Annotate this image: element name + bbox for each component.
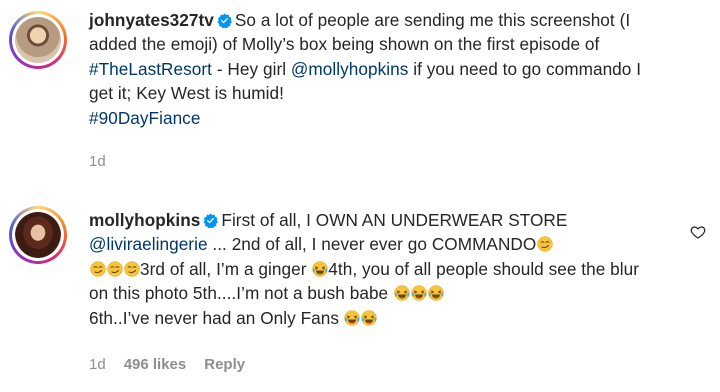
- comment-text: ... 2nd of all, I never ever go COMMANDO: [207, 234, 537, 255]
- laughing-tears-emoji-icon: [344, 310, 360, 326]
- avatar-johnyates[interactable]: [9, 11, 67, 69]
- username-link[interactable]: mollyhopkins: [89, 210, 200, 230]
- smirk-emoji-icon: [124, 261, 140, 277]
- avatar-mollyhopkins[interactable]: [9, 206, 67, 264]
- laughing-tears-emoji-icon: [361, 310, 377, 326]
- timestamp[interactable]: 1d: [89, 356, 106, 373]
- username-link[interactable]: johnyates327tv: [89, 10, 214, 30]
- timestamp[interactable]: 1d: [89, 153, 106, 170]
- comment-meta: 1d: [89, 153, 124, 170]
- smirk-emoji-icon: [107, 261, 123, 277]
- hashtag-link[interactable]: #90DayFiance: [89, 108, 200, 128]
- reply-button[interactable]: Reply: [204, 356, 245, 373]
- laughing-tears-emoji-icon: [411, 285, 427, 301]
- mention-link[interactable]: @mollyhopkins: [291, 59, 408, 79]
- comment-text: First of all, I OWN AN UNDERWEAR STORE: [221, 210, 568, 230]
- laughing-tears-emoji-icon: [312, 261, 328, 277]
- verified-badge-icon: [203, 213, 218, 228]
- laughing-tears-emoji-icon: [394, 285, 410, 301]
- comment-meta: 1d 496 likes Reply: [89, 356, 263, 373]
- mention-link[interactable]: @liviraelingerie: [89, 234, 208, 254]
- comment-body: mollyhopkins First of all, I OWN AN UNDER…: [89, 208, 659, 330]
- laughing-tears-emoji-icon: [428, 285, 444, 301]
- verified-badge-icon: [217, 13, 232, 28]
- likes-count[interactable]: 496 likes: [124, 356, 187, 373]
- hashtag-link[interactable]: #TheLastResort: [89, 59, 212, 79]
- heart-outline-icon[interactable]: [690, 224, 706, 240]
- comment-text: 3rd of all, I’m a ginger: [140, 258, 312, 279]
- smirk-emoji-icon: [537, 236, 553, 252]
- comment-text: 6th..I’ve never had an Only Fans: [89, 307, 344, 328]
- avatar-image: [15, 212, 61, 258]
- avatar-image: [15, 17, 61, 63]
- comment-body: johnyates327tv So a lot of people are sen…: [89, 8, 659, 130]
- smirk-emoji-icon: [90, 261, 106, 277]
- comment-text: - Hey girl: [212, 58, 291, 79]
